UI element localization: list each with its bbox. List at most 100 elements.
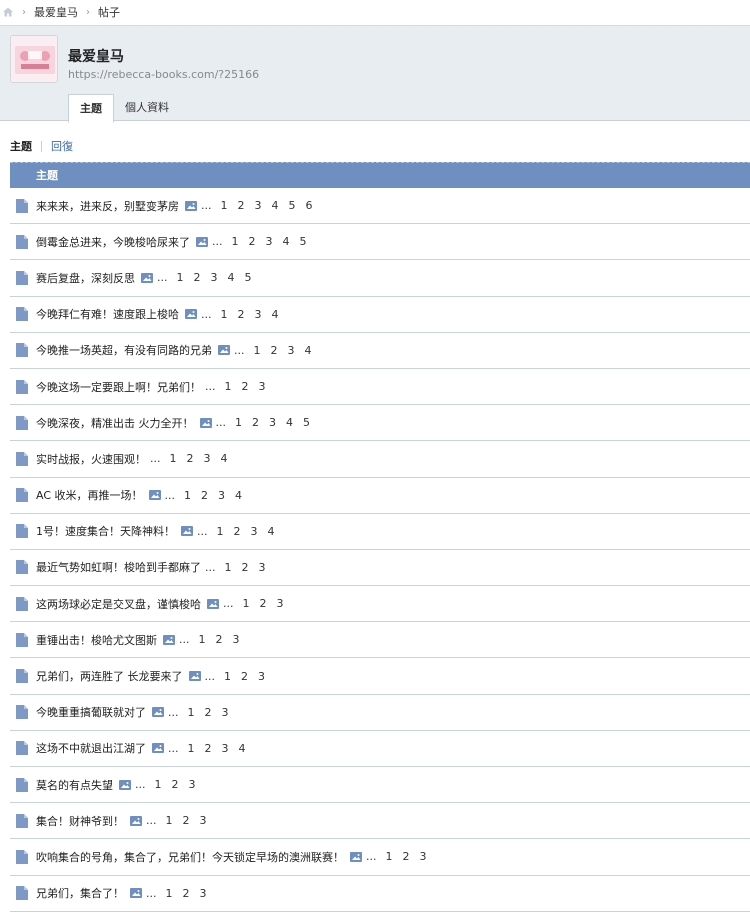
topic-title[interactable]: 重锤出击！梭哈尤文图斯 — [36, 632, 157, 648]
page-link[interactable]: 4 — [283, 235, 290, 248]
page-link[interactable]: 3 — [204, 452, 211, 465]
page-link[interactable]: 4 — [239, 742, 246, 755]
page-link[interactable]: 1 — [386, 850, 393, 863]
site-url[interactable]: https://rebecca-books.com/?25166 — [68, 68, 259, 81]
topic-title[interactable]: 今晚重重搞葡联就对了 — [36, 704, 146, 720]
tab-profile[interactable]: 個人資料 — [114, 94, 180, 122]
page-link[interactable]: 3 — [200, 887, 207, 900]
page-link[interactable]: 1 — [184, 489, 191, 502]
page-link[interactable]: 4 — [235, 489, 242, 502]
page-link[interactable]: 3 — [259, 380, 266, 393]
page-link[interactable]: 3 — [266, 235, 273, 248]
table-row[interactable]: 来来来，进来反，别墅变茅房... 1 2 3 4 5 6 — [10, 188, 750, 225]
tab-topics[interactable]: 主题 — [68, 94, 114, 123]
page-link[interactable]: 3 — [259, 561, 266, 574]
page-link[interactable]: 2 — [252, 416, 259, 429]
page-link[interactable]: 1 — [221, 308, 228, 321]
page-link[interactable]: 4 — [305, 344, 312, 357]
page-link[interactable]: 4 — [268, 525, 275, 538]
page-link[interactable]: 4 — [272, 199, 279, 212]
topic-title[interactable]: 今晚推一场英超，有没有同路的兄弟 — [36, 342, 212, 358]
page-link[interactable]: 2 — [194, 271, 201, 284]
page-link[interactable]: 2 — [234, 525, 241, 538]
page-link[interactable]: 2 — [242, 380, 249, 393]
topic-title[interactable]: 最近气势如虹啊！梭哈到手都麻了 — [36, 559, 201, 575]
page-link[interactable]: 2 — [172, 778, 179, 791]
page-link[interactable]: 3 — [269, 416, 276, 429]
page-link[interactable]: 1 — [225, 380, 232, 393]
page-link[interactable]: 3 — [255, 199, 262, 212]
page-link[interactable]: 2 — [183, 887, 190, 900]
topic-title[interactable]: 来来来，进来反，别墅变茅房 — [36, 198, 179, 214]
page-link[interactable]: 1 — [221, 199, 228, 212]
avatar[interactable] — [10, 35, 58, 83]
page-link[interactable]: 3 — [277, 597, 284, 610]
page-link[interactable]: 2 — [241, 670, 248, 683]
breadcrumb-item-site[interactable]: 最爱皇马 — [34, 4, 78, 20]
table-row[interactable]: 今晚这场一定要跟上啊！兄弟们！... 1 2 3 — [10, 369, 750, 406]
subnav-topics[interactable]: 主题 — [10, 138, 32, 154]
page-link[interactable]: 1 — [177, 271, 184, 284]
page-link[interactable]: 4 — [228, 271, 235, 284]
page-link[interactable]: 1 — [243, 597, 250, 610]
page-link[interactable]: 3 — [211, 271, 218, 284]
table-row[interactable]: 兄弟们，集合了！... 1 2 3 — [10, 876, 750, 912]
page-link[interactable]: 2 — [260, 597, 267, 610]
topic-title[interactable]: 赛后复盘，深刻反思 — [36, 270, 135, 286]
page-link[interactable]: 2 — [242, 561, 249, 574]
table-row[interactable]: 今晚深夜，精准出击 火力全开！... 1 2 3 4 5 — [10, 405, 750, 442]
breadcrumb-item-posts[interactable]: 帖子 — [98, 4, 120, 20]
page-link[interactable]: 3 — [189, 778, 196, 791]
page-link[interactable]: 2 — [249, 235, 256, 248]
page-link[interactable]: 3 — [222, 742, 229, 755]
topic-title[interactable]: 今晚拜仁有难！速度跟上梭哈 — [36, 306, 179, 322]
table-row[interactable]: 这两场球必定是交叉盘，谨慎梭哈... 1 2 3 — [10, 586, 750, 623]
table-row[interactable]: 实时战报，火速围观！... 1 2 3 4 — [10, 441, 750, 478]
page-link[interactable]: 5 — [303, 416, 310, 429]
table-row[interactable]: AC 收米，再推一场！... 1 2 3 4 — [10, 478, 750, 514]
page-link[interactable]: 6 — [306, 199, 313, 212]
page-link[interactable]: 2 — [205, 742, 212, 755]
page-link[interactable]: 1 — [225, 561, 232, 574]
topic-title[interactable]: 实时战报，火速围观！ — [36, 451, 146, 467]
table-row[interactable]: 倒霉金总进来，今晚梭哈尿来了... 1 2 3 4 5 — [10, 224, 750, 261]
topic-title[interactable]: AC 收米，再推一场！ — [36, 487, 143, 503]
table-row[interactable]: 今晚拜仁有难！速度跟上梭哈... 1 2 3 4 — [10, 297, 750, 333]
page-link[interactable]: 5 — [245, 271, 252, 284]
page-link[interactable]: 2 — [238, 199, 245, 212]
topic-title[interactable]: 今晚这场一定要跟上啊！兄弟们！ — [36, 379, 201, 395]
page-link[interactable]: 2 — [201, 489, 208, 502]
table-row[interactable]: 这场不中就退出江湖了... 1 2 3 4 — [10, 731, 750, 767]
page-link[interactable]: 5 — [289, 199, 296, 212]
page-link[interactable]: 1 — [199, 633, 206, 646]
home-icon[interactable] — [2, 6, 14, 18]
page-link[interactable]: 2 — [403, 850, 410, 863]
page-link[interactable]: 5 — [300, 235, 307, 248]
page-link[interactable]: 1 — [166, 814, 173, 827]
table-row[interactable]: 吹响集合的号角，集合了，兄弟们！今天锁定早场的澳洲联赛！... 1 2 3 — [10, 839, 750, 876]
page-link[interactable]: 2 — [205, 706, 212, 719]
table-row[interactable]: 集合！财神爷到！... 1 2 3 — [10, 803, 750, 840]
table-row[interactable]: 重锤出击！梭哈尤文图斯... 1 2 3 — [10, 622, 750, 659]
table-row[interactable]: 今晚重重搞葡联就对了... 1 2 3 — [10, 695, 750, 731]
page-link[interactable]: 3 — [200, 814, 207, 827]
table-row[interactable]: 赛后复盘，深刻反思... 1 2 3 4 5 — [10, 260, 750, 297]
page-link[interactable]: 4 — [272, 308, 279, 321]
page-link[interactable]: 1 — [224, 670, 231, 683]
page-link[interactable]: 3 — [255, 308, 262, 321]
topic-title[interactable]: 兄弟们，两连胜了 长龙要来了 — [36, 668, 183, 684]
page-link[interactable]: 1 — [155, 778, 162, 791]
topic-title[interactable]: 这两场球必定是交叉盘，谨慎梭哈 — [36, 596, 201, 612]
page-link[interactable]: 1 — [232, 235, 239, 248]
table-row[interactable]: 莫名的有点失望... 1 2 3 — [10, 767, 750, 804]
page-link[interactable]: 2 — [238, 308, 245, 321]
page-link[interactable]: 3 — [251, 525, 258, 538]
table-row[interactable]: 兄弟们，两连胜了 长龙要来了... 1 2 3 — [10, 658, 750, 695]
page-link[interactable]: 1 — [188, 706, 195, 719]
page-link[interactable]: 3 — [233, 633, 240, 646]
page-link[interactable]: 2 — [271, 344, 278, 357]
topic-title[interactable]: 1号！速度集合！天降神料！ — [36, 523, 175, 539]
page-link[interactable]: 1 — [188, 742, 195, 755]
table-row[interactable]: 今晚推一场英超，有没有同路的兄弟... 1 2 3 4 — [10, 333, 750, 369]
table-row[interactable]: 1号！速度集合！天降神料！... 1 2 3 4 — [10, 514, 750, 550]
